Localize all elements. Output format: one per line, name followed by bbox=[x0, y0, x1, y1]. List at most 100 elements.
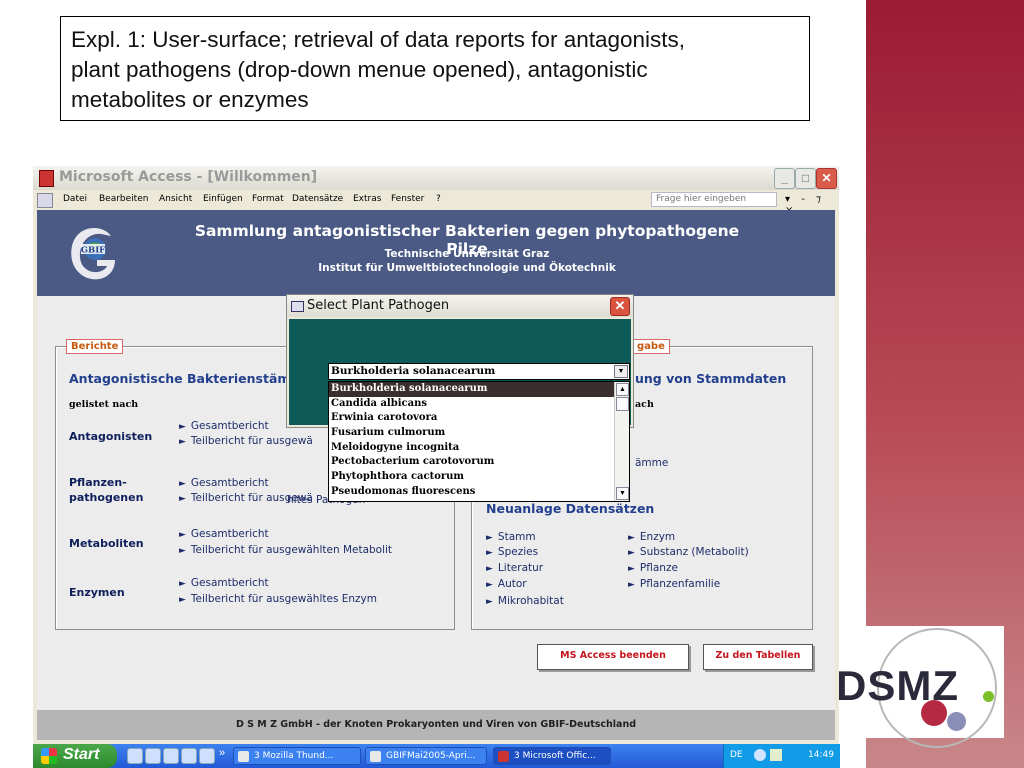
window-titlebar[interactable]: Microsoft Access - [Willkommen] _ □ ✕ bbox=[33, 166, 839, 190]
list-item[interactable]: Phytophthora cactorum bbox=[329, 470, 629, 485]
link-text: Literatur bbox=[497, 562, 544, 574]
list-item[interactable]: Pseudomonas fluorescens bbox=[329, 485, 629, 500]
arrow-right-icon: ► bbox=[628, 548, 635, 558]
quicklaunch-outlook-icon[interactable] bbox=[127, 748, 143, 764]
maximize-button[interactable]: □ bbox=[795, 168, 816, 189]
menu-bearbeiten[interactable]: Bearbeiten bbox=[99, 194, 148, 204]
row-label-text: pathogenen bbox=[69, 491, 144, 504]
access-icon bbox=[498, 751, 509, 762]
new-records-heading: Neuanlage Datensätzen bbox=[486, 501, 655, 516]
menu-bar: Datei Bearbeiten Ansicht Einfügen Format… bbox=[33, 190, 839, 216]
listed-by-label: gelistet nach bbox=[69, 399, 139, 410]
thunderbird-icon bbox=[238, 751, 249, 762]
minimize-button[interactable]: _ bbox=[774, 168, 795, 189]
link-new-spezies[interactable]: ► Spezies bbox=[486, 546, 538, 558]
link-metabolit-partial-report[interactable]: ► Teilbericht für ausgewählten Metabolit bbox=[179, 544, 392, 556]
link-enzym-full-report[interactable]: ► Gesamtbericht bbox=[179, 577, 269, 589]
menu-ansicht[interactable]: Ansicht bbox=[159, 194, 192, 204]
list-item[interactable]: Pectobacterium carotovorum bbox=[329, 455, 629, 470]
link-text: Stamm bbox=[497, 531, 536, 543]
dsmz-logo-dot-red bbox=[921, 700, 947, 726]
row-label-antagonisten: Antagonisten bbox=[69, 429, 152, 444]
start-button[interactable]: Start bbox=[33, 744, 117, 768]
task-mozilla-thunderbird[interactable]: 3 Mozilla Thund... bbox=[233, 747, 361, 765]
quicklaunch-browser-icon[interactable] bbox=[145, 748, 161, 764]
arrow-right-icon: ► bbox=[628, 580, 635, 590]
task-label: 3 Microsoft Offic... bbox=[514, 751, 596, 761]
arrow-right-icon: ► bbox=[486, 533, 493, 543]
link-new-stamm[interactable]: ► Stamm bbox=[486, 531, 536, 543]
quit-access-button[interactable]: MS Access beenden bbox=[537, 644, 689, 670]
row-label-text: Pflanzen- bbox=[69, 476, 127, 489]
clock: 14:49 bbox=[808, 750, 834, 760]
chevron-down-icon[interactable]: ▼ bbox=[614, 365, 628, 378]
arrow-right-icon: ► bbox=[486, 580, 493, 590]
caption-line: plant pathogens (drop-down menue opened)… bbox=[71, 57, 648, 82]
form-footer: D S M Z GmbH - der Knoten Prokaryonten u… bbox=[37, 710, 835, 740]
reports-heading: Antagonistische Bakterienstämm bbox=[69, 371, 304, 386]
arrow-right-icon: ► bbox=[179, 479, 186, 489]
tray-network-icon[interactable] bbox=[754, 749, 766, 761]
scroll-down-icon[interactable]: ▼ bbox=[616, 487, 629, 500]
list-item[interactable]: Erwinia carotovora bbox=[329, 411, 629, 426]
caption-line: Expl. 1: User-surface; retrieval of data… bbox=[71, 27, 686, 52]
quicklaunch-ie-icon[interactable] bbox=[163, 748, 179, 764]
task-microsoft-office[interactable]: 3 Microsoft Offic... bbox=[493, 747, 611, 765]
tray-update-icon[interactable] bbox=[770, 749, 782, 761]
list-item[interactable]: Meloidogyne incognita bbox=[329, 441, 629, 456]
link-new-enzym[interactable]: ► Enzym bbox=[628, 531, 675, 543]
arrow-right-icon: ► bbox=[179, 422, 186, 432]
quicklaunch-more-icon[interactable]: » bbox=[219, 747, 225, 759]
link-text: Enzym bbox=[639, 531, 676, 543]
link-metabolit-full-report[interactable]: ► Gesamtbericht bbox=[179, 528, 269, 540]
row-label-text: Antagonisten bbox=[69, 430, 153, 443]
link-new-mikrohabitat[interactable]: ► Mikrohabitat bbox=[486, 595, 564, 607]
link-text: Mikrohabitat bbox=[497, 595, 564, 607]
row-label-pflanzenpathogenen: Pflanzen-pathogenen bbox=[69, 475, 143, 505]
link-new-pflanzenfamilie[interactable]: ► Pflanzenfamilie bbox=[628, 578, 720, 590]
dialog-titlebar[interactable]: Select Plant Pathogen ✕ bbox=[287, 295, 633, 317]
link-new-substanz[interactable]: ► Substanz (Metabolit) bbox=[628, 546, 749, 558]
pathogen-dropdown-list[interactable]: Burkholderia solanacearum Candida albica… bbox=[328, 381, 630, 502]
data-entry-heading: ung von Stammdaten bbox=[635, 371, 787, 386]
list-item[interactable]: Burkholderia solanacearum bbox=[329, 382, 629, 397]
task-gbif-document[interactable]: GBIFMai2005-Apri... bbox=[365, 747, 487, 765]
link-new-autor[interactable]: ► Autor bbox=[486, 578, 527, 590]
scroll-up-icon[interactable]: ▲ bbox=[616, 383, 629, 396]
dialog-title: Select Plant Pathogen bbox=[307, 298, 450, 313]
arrow-right-icon: ► bbox=[628, 533, 635, 543]
dsmz-logo-dot-blue bbox=[947, 712, 966, 731]
menu-extras[interactable]: Extras bbox=[353, 194, 381, 204]
close-button[interactable]: ✕ bbox=[816, 168, 837, 189]
link-new-literatur[interactable]: ► Literatur bbox=[486, 562, 543, 574]
list-item[interactable]: Fusarium culmorum bbox=[329, 426, 629, 441]
dialog-close-button[interactable]: ✕ bbox=[610, 297, 630, 316]
menu-fenster[interactable]: Fenster bbox=[391, 194, 424, 204]
link-new-pflanze[interactable]: ► Pflanze bbox=[628, 562, 678, 574]
link-antagonisten-full-report[interactable]: ► Gesamtbericht bbox=[179, 420, 269, 432]
link-enzym-partial-report[interactable]: ► Teilbericht für ausgewähltes Enzym bbox=[179, 593, 377, 605]
link-pathogen-full-report[interactable]: ► Gesamtbericht bbox=[179, 477, 269, 489]
word-icon bbox=[370, 751, 381, 762]
open-tables-button[interactable]: Zu den Tabellen bbox=[703, 644, 813, 670]
scroll-thumb[interactable] bbox=[616, 397, 629, 411]
language-indicator[interactable]: DE bbox=[730, 750, 743, 760]
quicklaunch-tool-icon[interactable] bbox=[199, 748, 215, 764]
link-text: Spezies bbox=[497, 546, 539, 558]
menu-datei[interactable]: Datei bbox=[63, 194, 87, 204]
pathogen-combobox[interactable]: Burkholderia solanacearum ▼ bbox=[328, 363, 630, 380]
list-scrollbar[interactable]: ▲ ▼ bbox=[614, 382, 629, 501]
access-app-icon[interactable] bbox=[39, 170, 54, 187]
help-search-input[interactable]: Frage hier eingeben bbox=[651, 192, 777, 207]
menu-format[interactable]: Format bbox=[252, 194, 284, 204]
menu-help[interactable]: ? bbox=[436, 194, 441, 204]
menu-datensaetze[interactable]: Datensätze bbox=[292, 194, 343, 204]
toolbar-grip-icon[interactable] bbox=[37, 193, 53, 208]
quicklaunch-desktop-icon[interactable] bbox=[181, 748, 197, 764]
link-antagonisten-partial-report[interactable]: ► Teilbericht für ausgewä bbox=[179, 435, 313, 447]
arrow-right-icon: ► bbox=[486, 597, 493, 607]
dsmz-logo-dot-green bbox=[983, 691, 994, 702]
menu-einfuegen[interactable]: Einfügen bbox=[203, 194, 243, 204]
list-item[interactable]: Candida albicans bbox=[329, 397, 629, 412]
link-stamme[interactable]: ämme bbox=[635, 457, 668, 469]
